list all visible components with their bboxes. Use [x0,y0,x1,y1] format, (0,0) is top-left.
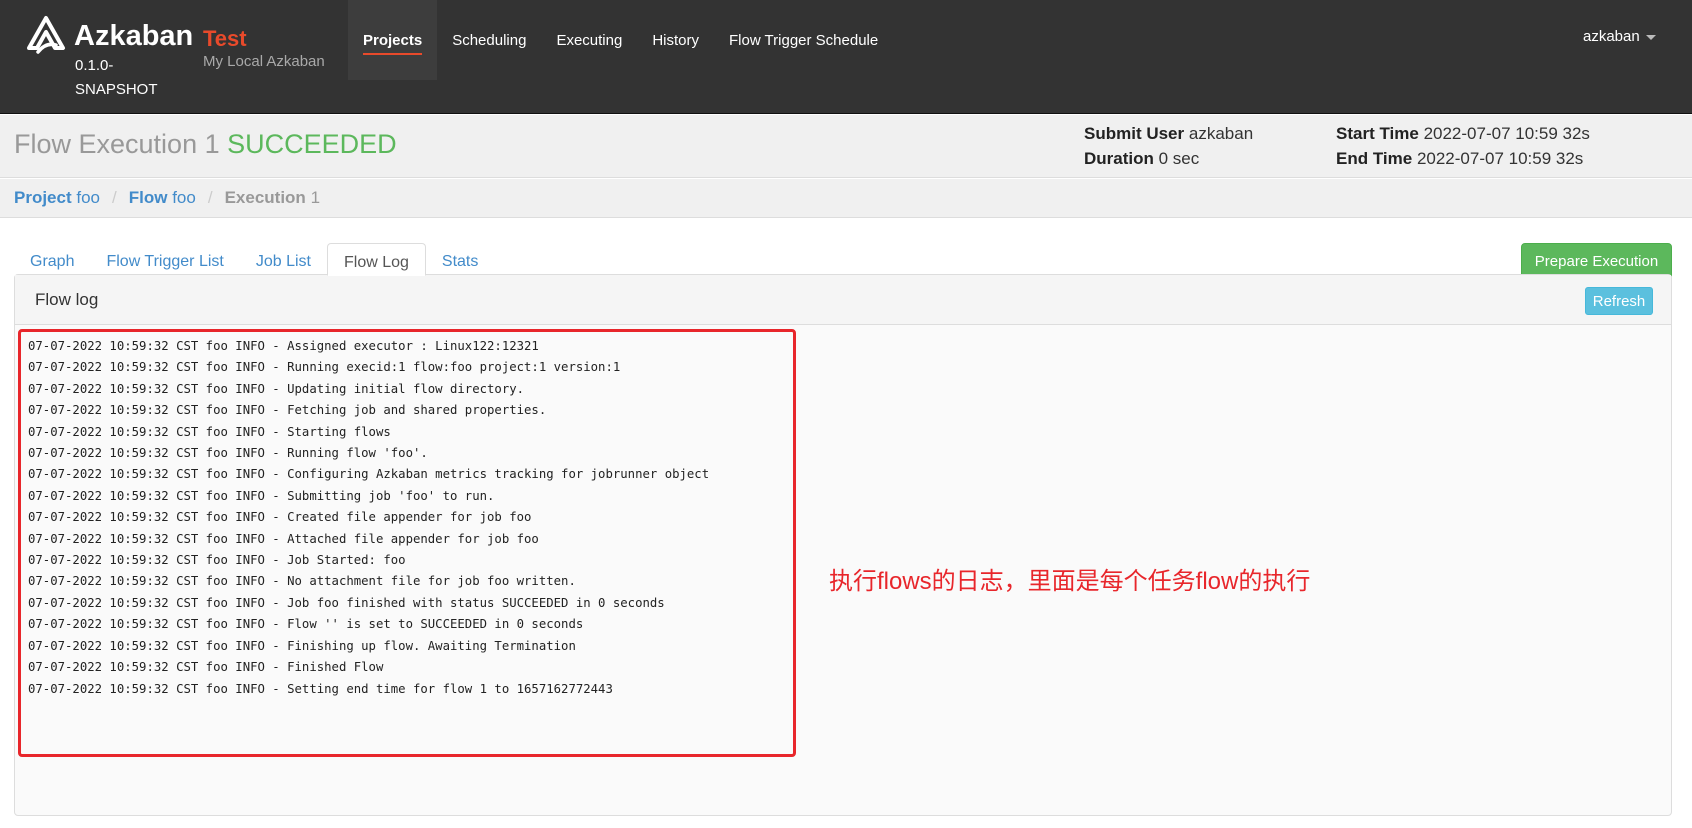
top-navbar: Azkaban 0.1.0-SNAPSHOT Test My Local Azk… [0,0,1692,114]
breadcrumb-execution: Execution 1 [225,188,320,208]
breadcrumb-flow-label: Flow [128,188,168,207]
log-line: 07-07-2022 10:59:32 CST foo INFO - Attac… [28,531,539,546]
end-time-label: End Time [1336,149,1413,168]
annotation-note: 执行flows的日志，里面是每个任务flow的执行 [829,568,1311,595]
duration-value: 0 sec [1158,149,1200,168]
log-line: 07-07-2022 10:59:32 CST foo INFO - Updat… [28,381,525,396]
page-title-text: Flow Execution 1 [14,129,220,159]
start-time-row: Start Time 2022-07-07 10:59 32s [1336,121,1590,146]
breadcrumb-separator: / [207,188,213,207]
tab-flow-log[interactable]: Flow Log [326,243,426,276]
duration-row: Duration 0 sec [1084,146,1253,171]
page-title: Flow Execution 1 SUCCEEDED [14,129,397,160]
log-line: 07-07-2022 10:59:32 CST foo INFO - Start… [28,424,391,439]
panel-heading: Flow log Refresh [15,275,1671,325]
log-line: 07-07-2022 10:59:32 CST foo INFO - Fetch… [28,403,547,418]
log-line: 07-07-2022 10:59:32 CST foo INFO - No at… [28,574,576,589]
submit-user-row: Submit User azkaban [1084,121,1253,146]
start-time-value: 2022-07-07 10:59 32s [1423,124,1590,143]
flow-log-text: 07-07-2022 10:59:32 CST foo INFO - Assig… [28,336,709,700]
end-time-row: End Time 2022-07-07 10:59 32s [1336,146,1590,171]
log-line: 07-07-2022 10:59:32 CST foo INFO - Job f… [28,595,665,610]
refresh-button[interactable]: Refresh [1585,287,1653,315]
submit-user-value: azkaban [1188,124,1254,143]
start-time-label: Start Time [1336,124,1419,143]
duration-label: Duration [1084,149,1154,168]
log-line: 07-07-2022 10:59:32 CST foo INFO - Creat… [28,510,532,525]
breadcrumb-execution-value: 1 [310,188,321,207]
nav-item-projects[interactable]: Projects [348,0,438,80]
log-line: 07-07-2022 10:59:32 CST foo INFO - Finis… [28,660,384,675]
log-line: 07-07-2022 10:59:32 CST foo INFO - Finis… [28,638,576,653]
execution-header: Flow Execution 1 SUCCEEDED Submit User a… [0,115,1692,178]
log-line: 07-07-2022 10:59:32 CST foo INFO - Runni… [28,446,428,461]
environment-description: My Local Azkaban [203,53,325,70]
log-line: 07-07-2022 10:59:32 CST foo INFO - Runni… [28,360,621,375]
breadcrumb-bar: Project foo / Flow foo / Execution 1 [0,179,1692,218]
brand-name[interactable]: Azkaban [74,20,193,53]
breadcrumb-flow[interactable]: Flow foo [129,188,196,208]
time-meta: Start Time 2022-07-07 10:59 32s End Time… [1336,121,1590,171]
log-line: 07-07-2022 10:59:32 CST foo INFO - Assig… [28,339,539,353]
nav-item-history[interactable]: History [637,0,714,80]
log-line: 07-07-2022 10:59:32 CST foo INFO - Setti… [28,681,613,696]
log-line: 07-07-2022 10:59:32 CST foo INFO - Flow … [28,617,584,632]
nav-label: Projects [363,32,423,55]
breadcrumb-flow-value: foo [172,188,196,207]
username: azkaban [1583,28,1640,45]
log-line: 07-07-2022 10:59:32 CST foo INFO - Confi… [28,467,710,482]
azkaban-logo-icon[interactable] [26,15,66,55]
breadcrumb-project[interactable]: Project foo [14,188,100,208]
main-nav: Projects Scheduling Executing History Fl… [348,0,893,80]
panel-title: Flow log [35,290,99,309]
nav-item-executing[interactable]: Executing [541,0,637,80]
log-line: 07-07-2022 10:59:32 CST foo INFO - Submi… [28,488,495,503]
breadcrumb-separator: / [112,188,117,207]
environment-name: Test [203,26,247,51]
user-menu[interactable]: azkaban [1583,28,1656,45]
brand-version: 0.1.0-SNAPSHOT [75,57,158,98]
submit-user-label: Submit User [1084,124,1185,143]
nav-item-scheduling[interactable]: Scheduling [437,0,541,80]
status-badge: SUCCEEDED [227,129,397,159]
execution-tabs: Graph Flow Trigger List Job List Flow Lo… [14,243,494,276]
breadcrumb-project-label: Project [14,188,72,207]
nav-item-flow-trigger-schedule[interactable]: Flow Trigger Schedule [714,0,893,80]
submit-meta: Submit User azkaban Duration 0 sec [1084,121,1253,171]
end-time-value: 2022-07-07 10:59 32s [1416,149,1584,168]
breadcrumb-project-value: foo [76,188,101,207]
breadcrumb: Project foo / Flow foo / Execution 1 [14,188,320,208]
caret-down-icon [1645,34,1656,40]
breadcrumb-execution-label: Execution [224,188,306,207]
log-line: 07-07-2022 10:59:32 CST foo INFO - Job S… [28,553,406,568]
